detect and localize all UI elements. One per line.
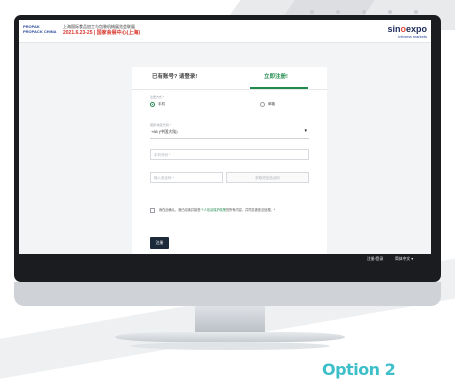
propak-logo[interactable]: PROPAK PROPACK CHINA bbox=[23, 24, 56, 34]
register-button[interactable]: 注册 bbox=[150, 237, 169, 249]
tab-register[interactable]: 立即注册! bbox=[264, 74, 288, 81]
monitor-chin bbox=[14, 282, 441, 306]
background-dot bbox=[388, 10, 392, 14]
event-title: 上海国际食品加工与包装机械展览会联展 bbox=[63, 24, 135, 29]
monitor-screen: PROPAK PROPACK CHINA 上海国际食品加工与包装机械展览会联展 … bbox=[19, 20, 431, 266]
privacy-policy-link[interactable]: 个人信息保护政策 bbox=[200, 208, 226, 212]
radio-email-label: 邮箱 bbox=[268, 102, 275, 106]
tab-login[interactable]: 已有账号? 请登录! bbox=[152, 74, 197, 81]
site-header: PROPAK PROPACK CHINA 上海国际食品加工与包装机械展览会联展 … bbox=[19, 20, 431, 43]
radio-email[interactable] bbox=[260, 102, 265, 107]
radio-phone-label: 手机 bbox=[158, 102, 165, 106]
phone-placeholder: 手机号码 * bbox=[154, 153, 171, 157]
monitor-stand-neck bbox=[195, 306, 265, 334]
footer-bar: 注册/登录 简体中文 ▾ bbox=[19, 254, 431, 266]
radio-phone[interactable] bbox=[150, 102, 155, 107]
background-dot bbox=[310, 10, 314, 14]
phone-input[interactable]: 手机号码 * bbox=[150, 149, 309, 160]
footer-login-register[interactable]: 注册/登录 bbox=[367, 257, 383, 262]
logo-line-2: PROPACK CHINA bbox=[23, 29, 57, 34]
background-dot bbox=[336, 10, 340, 14]
sinoexpo-logo[interactable]: sinoexpo informa markets bbox=[387, 24, 427, 39]
language-switcher[interactable]: 简体中文 ▾ bbox=[395, 257, 413, 262]
monitor-stand-base bbox=[115, 332, 345, 342]
brand-main: sinoexpo bbox=[387, 24, 427, 34]
monitor-shadow bbox=[130, 342, 330, 350]
active-tab-indicator bbox=[250, 87, 308, 89]
register-button-label: 注册 bbox=[155, 240, 164, 245]
brand-sub: informa markets bbox=[398, 34, 427, 39]
consent-text: 我在此确认，我已阅读并接受个人信息保护政策的所有内容，并同意被依法处理。* bbox=[159, 208, 275, 212]
chevron-down-icon: ▾ bbox=[304, 128, 307, 134]
country-value: +86 (中国大陆) bbox=[151, 129, 178, 134]
background-dot bbox=[362, 10, 366, 14]
get-code-label: 获取短信验证码 bbox=[255, 176, 280, 180]
option-label: Option 2 bbox=[322, 360, 396, 379]
background-dot bbox=[414, 10, 418, 14]
code-input[interactable]: 输入验证码 * bbox=[150, 172, 223, 183]
code-placeholder: 输入验证码 * bbox=[154, 176, 174, 180]
get-code-button[interactable]: 获取短信验证码 bbox=[226, 172, 309, 183]
country-select[interactable]: +86 (中国大陆) ▾ bbox=[150, 126, 309, 139]
register-card: 已有账号? 请登录! 立即注册! 注册方式 * 手机 邮箱 国家/地区代码 * … bbox=[132, 67, 327, 260]
event-date: 2021.6.23-25 | 国家会展中心(上海) bbox=[63, 30, 140, 36]
monitor-bezel: PROPAK PROPACK CHINA 上海国际食品加工与包装机械展览会联展 … bbox=[14, 15, 441, 282]
method-label: 注册方式 * bbox=[150, 95, 165, 99]
consent-checkbox[interactable] bbox=[150, 208, 155, 213]
auth-tabs: 已有账号? 请登录! 立即注册! bbox=[132, 67, 327, 90]
